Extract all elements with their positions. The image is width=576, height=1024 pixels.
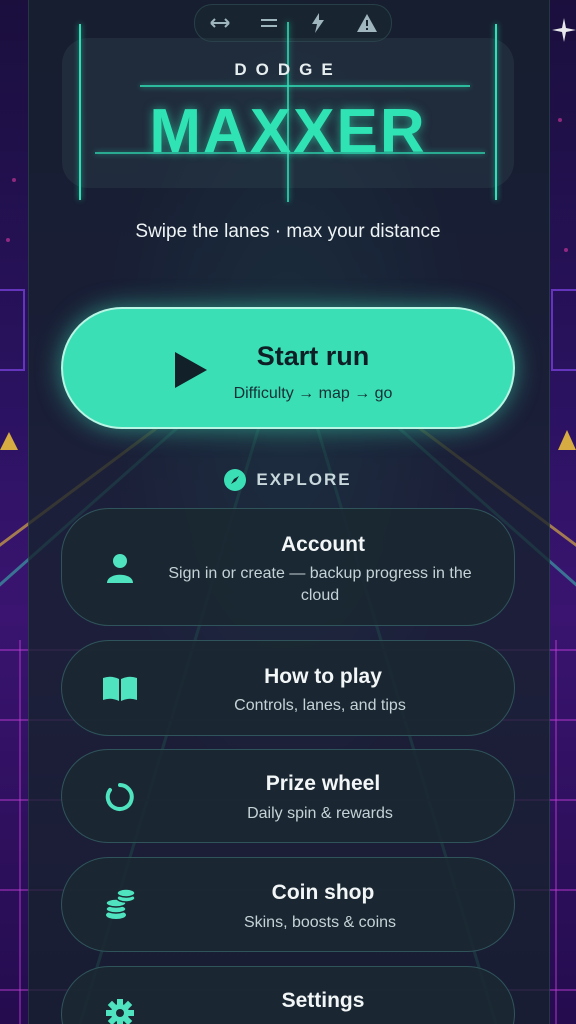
menu-item-subtitle: Controls, lanes, and tips: [234, 697, 406, 714]
menu-item-settings[interactable]: Settings: [61, 966, 515, 1024]
logo-title: MAXXER: [149, 97, 427, 166]
equals-icon[interactable]: [257, 11, 281, 35]
user-icon: [102, 550, 138, 586]
menu-item-title: Coin shop: [271, 881, 375, 904]
logo-subtitle: DODGE: [234, 60, 342, 79]
menu-item-how-to-play[interactable]: How to play Controls, lanes, and tips: [61, 640, 515, 736]
menu-item-title: Account: [281, 533, 365, 556]
status-strip: [194, 4, 392, 42]
explore-label: EXPLORE: [256, 470, 352, 489]
menu-item-subtitle: Daily spin & rewards: [247, 805, 393, 822]
start-run-button[interactable]: Start run Difficulty → map → go: [61, 307, 515, 429]
explore-heading: EXPLORE: [0, 468, 576, 492]
book-icon: [102, 671, 138, 707]
menu-item-title: Settings: [281, 989, 365, 1012]
menu-item-subtitle: Sign in or create — backup progress in t…: [168, 565, 472, 604]
menu-item-account[interactable]: Account Sign in or create — backup progr…: [61, 508, 515, 626]
swap-horizontal-icon[interactable]: [208, 11, 232, 35]
wheel-icon: [102, 779, 138, 815]
menu-item-coin-shop[interactable]: Coin shop Skins, boosts & coins: [61, 857, 515, 952]
start-run-subtitle: Difficulty → map → go: [233, 385, 393, 402]
tagline: Swipe the lanes · max your distance: [135, 221, 441, 242]
gear-icon: [102, 995, 138, 1024]
compass-icon: [224, 469, 247, 491]
menu-item-prize-wheel[interactable]: Prize wheel Daily spin & rewards: [61, 749, 515, 843]
warning-icon[interactable]: [355, 11, 379, 35]
menu-item-title: How to play: [264, 665, 382, 688]
start-run-title: Start run: [256, 341, 370, 371]
play-icon: [175, 352, 207, 388]
coins-icon: [102, 887, 138, 923]
logo-frame-line: [140, 85, 470, 87]
menu-item-subtitle: Skins, boosts & coins: [243, 914, 397, 931]
bolt-icon[interactable]: [306, 11, 330, 35]
menu-item-title: Prize wheel: [265, 772, 381, 795]
